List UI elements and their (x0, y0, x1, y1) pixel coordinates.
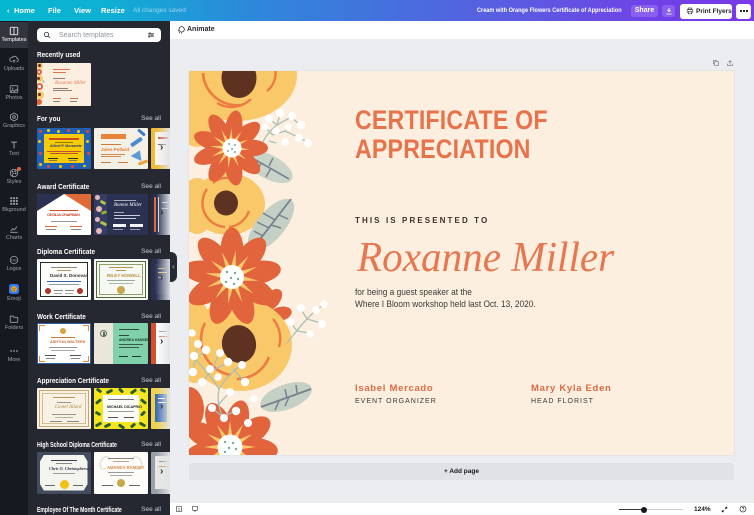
svg-text:1: 1 (178, 507, 180, 511)
svg-text:DG: DG (11, 258, 17, 262)
